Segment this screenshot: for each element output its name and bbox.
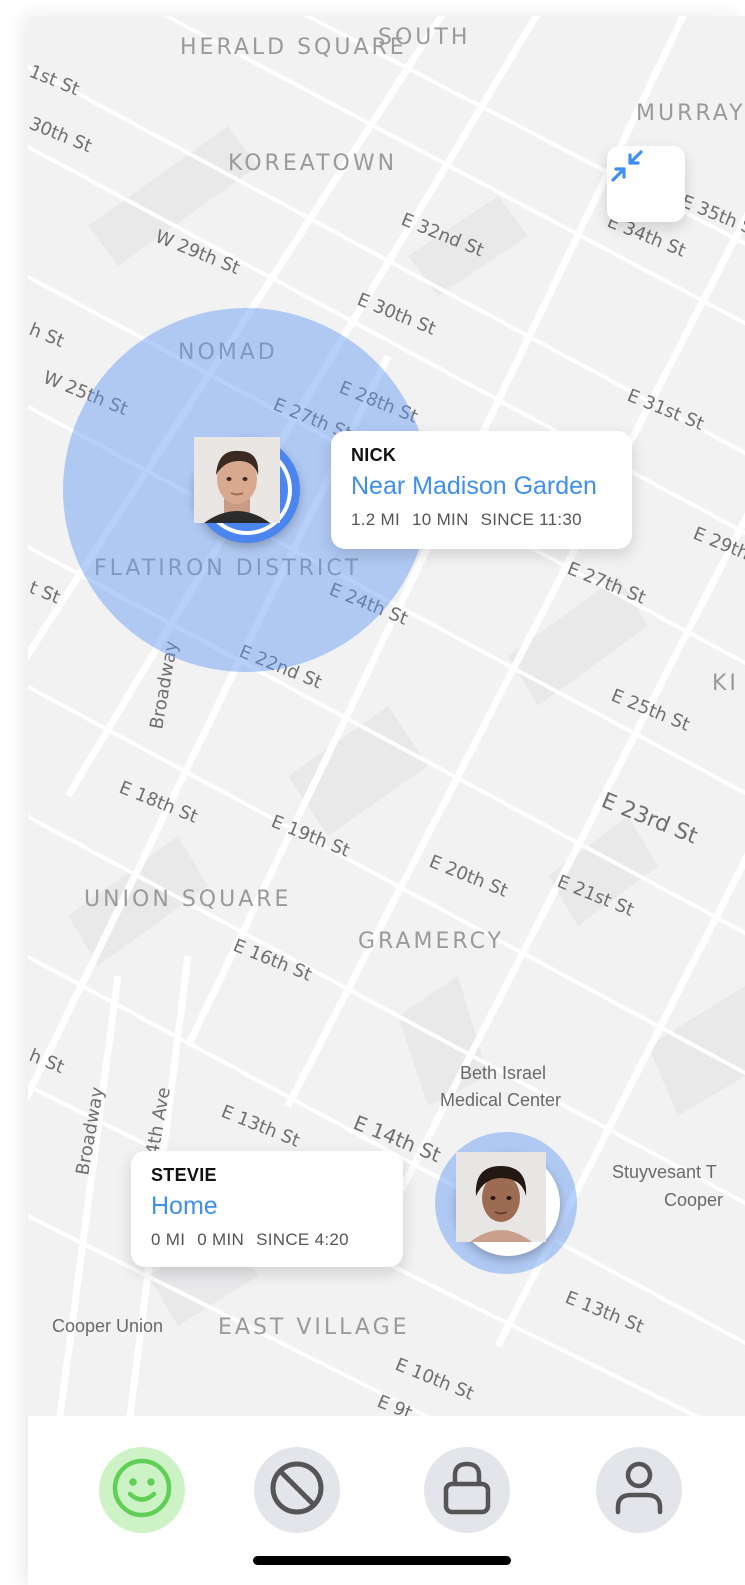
svg-text:Medical Center: Medical Center (440, 1090, 561, 1110)
location-meta: 0 MI 0 MIN SINCE 4:20 (151, 1230, 383, 1250)
svg-text:h St: h St (28, 1045, 67, 1078)
svg-text:GRAMERCY: GRAMERCY (358, 929, 504, 954)
since-text: SINCE 11:30 (480, 510, 582, 529)
phone-frame: HERALD SQUARE SOUTH MURRAY HILL KOREATOW… (28, 16, 745, 1585)
stevie-location-card[interactable]: STEVIE Home 0 MI 0 MIN SINCE 4:20 (131, 1151, 403, 1267)
svg-text:E 20th St: E 20th St (426, 851, 511, 901)
person-photo (194, 437, 280, 523)
map-view[interactable]: HERALD SQUARE SOUTH MURRAY HILL KOREATOW… (28, 16, 745, 1432)
person-name: NICK (351, 445, 397, 465)
person-name: STEVIE (151, 1165, 217, 1185)
duration-text: 0 MIN (197, 1230, 245, 1249)
block-icon (267, 1458, 327, 1523)
svg-text:E 10th St: E 10th St (392, 1354, 477, 1404)
svg-text:KOREATOWN: KOREATOWN (228, 151, 397, 176)
svg-text:h St: h St (28, 319, 67, 352)
since-text: SINCE 4:20 (256, 1230, 349, 1249)
svg-text:HERALD SQUARE: HERALD SQUARE (180, 35, 407, 60)
location-text: Near Madison Garden (351, 472, 597, 500)
avatar (456, 1152, 553, 1249)
svg-text:1st St: 1st St (28, 61, 82, 100)
lock-icon (441, 1460, 493, 1521)
svg-text:E 13th St: E 13th St (562, 1287, 647, 1337)
tab-lock[interactable] (424, 1447, 510, 1533)
svg-text:E 16th St: E 16th St (230, 935, 315, 985)
svg-text:SOUTH: SOUTH (378, 25, 470, 50)
svg-text:E 30th St: E 30th St (354, 289, 439, 339)
distance-text: 0 MI (151, 1230, 186, 1249)
home-indicator (253, 1556, 511, 1565)
svg-text:MURRAY HILL: MURRAY HILL (636, 101, 745, 126)
svg-text:E 13th St: E 13th St (218, 1101, 303, 1151)
stevie-avatar-marker[interactable] (456, 1152, 560, 1256)
svg-text:Broadway: Broadway (72, 1085, 108, 1177)
location-meta: 1.2 MI 10 MIN SINCE 11:30 (351, 510, 612, 530)
svg-text:W 29th St: W 29th St (152, 226, 242, 279)
svg-text:Stuyvesant T: Stuyvesant T (612, 1162, 717, 1182)
svg-text:Cooper Union: Cooper Union (52, 1316, 163, 1336)
distance-text: 1.2 MI (351, 510, 401, 529)
person-icon (613, 1460, 665, 1521)
bottom-tab-bar (28, 1416, 745, 1585)
duration-text: 10 MIN (412, 510, 469, 529)
avatar (194, 437, 292, 535)
collapse-map-button[interactable] (607, 146, 685, 222)
nick-avatar-marker[interactable] (194, 437, 300, 543)
nick-location-card[interactable]: NICK Near Madison Garden 1.2 MI 10 MIN SIN… (331, 431, 632, 549)
tab-profile[interactable] (596, 1447, 682, 1533)
svg-text:UNION SQUARE: UNION SQUARE (84, 887, 291, 912)
svg-text:EAST VILLAGE: EAST VILLAGE (218, 1315, 410, 1340)
smiley-icon (111, 1457, 173, 1524)
svg-text:KI: KI (712, 671, 739, 696)
person-photo (456, 1152, 546, 1242)
tab-status[interactable] (99, 1447, 185, 1533)
location-text: Home (151, 1192, 218, 1220)
svg-text:Cooper: Cooper (664, 1190, 723, 1210)
tab-block[interactable] (254, 1447, 340, 1533)
svg-text:Beth Israel: Beth Israel (460, 1063, 546, 1083)
